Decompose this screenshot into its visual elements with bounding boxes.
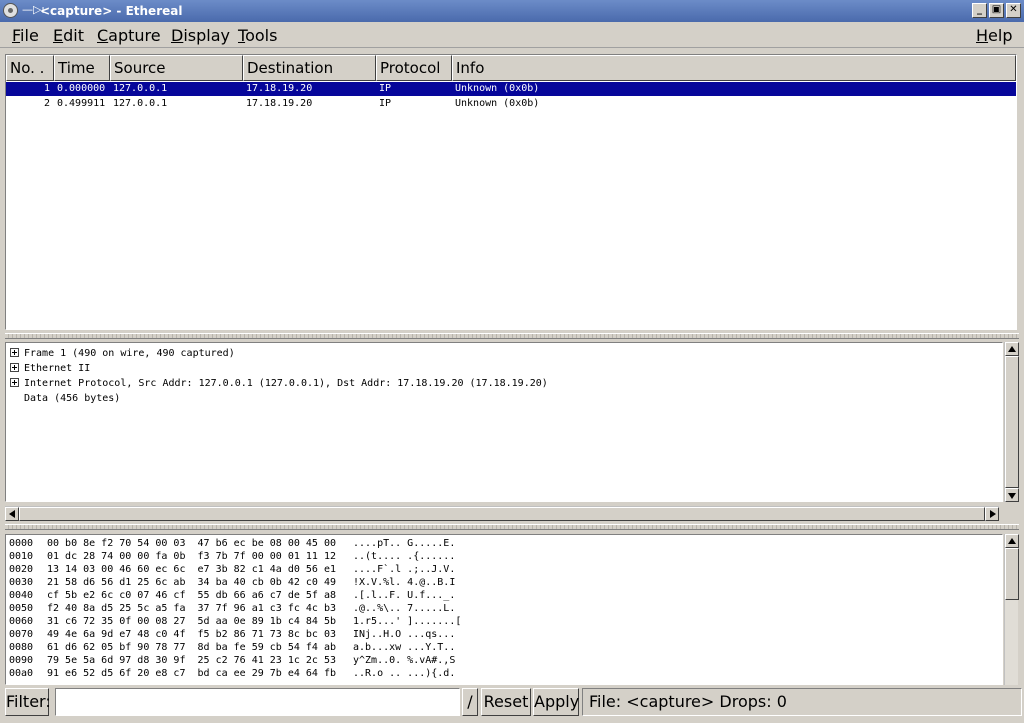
reset-button[interactable]: Reset [481, 688, 531, 716]
cell-protocol: IP [379, 83, 392, 94]
cell-source: 127.0.0.1 [113, 98, 168, 109]
menu-bar: File Edit Capture Display Tools Help [0, 22, 1024, 48]
cell-time: 0.499911 [57, 98, 106, 109]
menu-file[interactable]: File [12, 26, 39, 45]
scroll-left-icon[interactable] [5, 507, 19, 521]
column-header-info[interactable]: Info [452, 55, 1016, 81]
menu-edit[interactable]: Edit [53, 26, 84, 45]
ethereal-window: —▷ı <capture> - Ethereal _ ▣ ✕ File Edit… [0, 0, 1024, 723]
hex-dump[interactable]: 0000 00 b0 8e f2 70 54 00 03 47 b6 ec be … [5, 534, 1003, 685]
column-header-time[interactable]: Time [54, 55, 110, 81]
minimize-button[interactable]: _ [972, 3, 987, 18]
column-header-protocol[interactable]: Protocol [376, 55, 452, 81]
scroll-down-icon[interactable] [1005, 488, 1019, 502]
tree-item-frame[interactable]: Frame 1 (490 on wire, 490 captured) [10, 346, 235, 361]
maximize-button[interactable]: ▣ [989, 3, 1004, 18]
packet-list[interactable]: No. . Time Source Destination Protocol I… [5, 54, 1017, 330]
column-header-source[interactable]: Source [110, 55, 243, 81]
filter-input[interactable] [55, 688, 460, 716]
packet-row[interactable]: 2 0.499911 127.0.0.1 17.18.19.20 IP Unkn… [6, 97, 1016, 111]
tree-vertical-scrollbar[interactable] [1004, 342, 1019, 502]
menu-display[interactable]: Display [171, 26, 230, 45]
cell-info: Unknown (0x0b) [455, 98, 540, 109]
cell-no: 2 [44, 98, 51, 109]
tree-item-data[interactable]: Data (456 bytes) [10, 391, 120, 406]
filter-history-button[interactable]: / [462, 688, 478, 716]
column-header-no[interactable]: No. . [6, 55, 54, 81]
apply-button[interactable]: Apply [533, 688, 579, 716]
packet-list-header: No. . Time Source Destination Protocol I… [6, 55, 1016, 81]
status-bar: File: <capture> Drops: 0 [582, 688, 1022, 716]
cell-protocol: IP [379, 98, 392, 109]
cell-time: 0.000000 [57, 83, 106, 94]
hex-vertical-scrollbar[interactable] [1004, 534, 1019, 685]
window-menu-icon[interactable] [3, 3, 18, 18]
filter-bar: Filter: / Reset Apply File: <capture> Dr… [0, 686, 1024, 723]
scroll-up-icon[interactable] [1005, 534, 1019, 548]
pane-splitter-bottom[interactable] [5, 524, 1019, 530]
scroll-thumb[interactable] [1005, 548, 1019, 600]
expand-icon[interactable] [10, 348, 19, 357]
packet-row[interactable]: 1 0.000000 127.0.0.1 17.18.19.20 IP Unkn… [6, 82, 1016, 96]
column-header-destination[interactable]: Destination [243, 55, 376, 81]
expand-icon[interactable] [10, 378, 19, 387]
cell-destination: 17.18.19.20 [246, 98, 313, 109]
tree-item-ip[interactable]: Internet Protocol, Src Addr: 127.0.0.1 (… [10, 376, 548, 391]
cell-info: Unknown (0x0b) [455, 83, 540, 94]
filter-button[interactable]: Filter: [5, 688, 51, 716]
cell-destination: 17.18.19.20 [246, 83, 313, 94]
cell-source: 127.0.0.1 [113, 83, 168, 94]
scroll-thumb[interactable] [1005, 356, 1019, 488]
scroll-right-icon[interactable] [985, 507, 999, 521]
close-button[interactable]: ✕ [1006, 3, 1021, 18]
expand-icon[interactable] [10, 363, 19, 372]
menu-tools[interactable]: Tools [238, 26, 277, 45]
pane-splitter-top[interactable] [5, 333, 1019, 339]
scroll-thumb[interactable] [19, 507, 985, 521]
tree-horizontal-scrollbar[interactable] [5, 506, 999, 521]
menu-capture[interactable]: Capture [97, 26, 161, 45]
title-bar[interactable]: —▷ı <capture> - Ethereal _ ▣ ✕ [0, 0, 1024, 22]
cell-no: 1 [44, 83, 51, 94]
protocol-tree[interactable]: Frame 1 (490 on wire, 490 captured) Ethe… [5, 342, 1003, 502]
menu-help[interactable]: Help [976, 26, 1012, 45]
tree-item-ethernet[interactable]: Ethernet II [10, 361, 90, 376]
scroll-up-icon[interactable] [1005, 342, 1019, 356]
window-title: <capture> - Ethereal [40, 4, 183, 18]
